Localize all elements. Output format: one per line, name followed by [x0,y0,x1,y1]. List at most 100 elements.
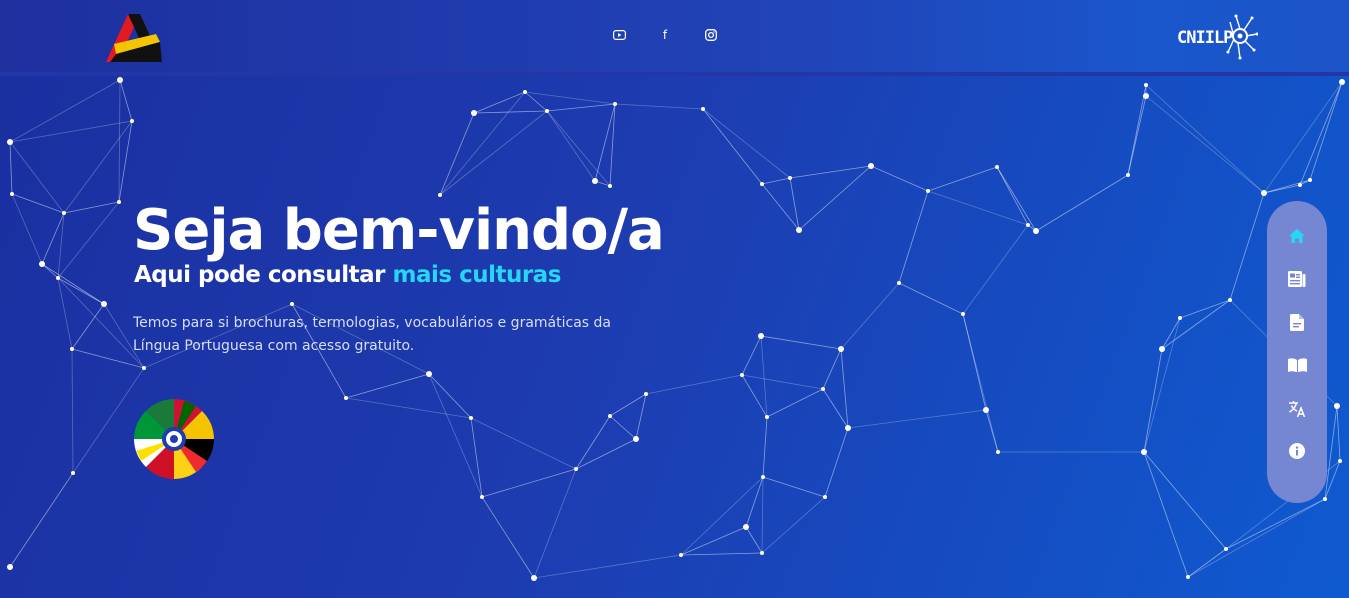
network-node [101,301,107,307]
network-node [7,139,13,145]
network-edge [63,120,133,214]
book-icon [1287,358,1307,372]
network-edge [533,468,577,579]
cniilp-logo[interactable]: CNIILP [1174,14,1258,60]
network-edge [11,193,65,214]
network-edge [1187,498,1326,578]
network-node [788,176,792,180]
youtube-icon[interactable] [610,26,628,44]
hero-subtitle-highlight: mais culturas [392,262,562,288]
facebook-icon[interactable]: f [656,26,674,44]
network-edge [1143,451,1227,550]
network-edge [609,393,647,417]
network-node [10,192,14,196]
network-node [996,450,1000,454]
nav-news[interactable] [1286,268,1308,290]
nav-info[interactable] [1286,440,1308,462]
network-edge [1179,299,1231,319]
network-edge [822,348,842,390]
network-edge [57,212,65,279]
network-edge [761,476,764,554]
network-edge [71,348,74,474]
network-edge [575,415,611,470]
network-node [1334,403,1340,409]
lusophone-flags-globe-icon [134,399,214,479]
network-node [644,392,648,396]
network-node [1339,79,1345,85]
network-edge [789,177,800,231]
network-edge [439,91,526,196]
network-edge [680,476,764,556]
network-node [613,102,617,106]
network-edge [119,79,133,122]
network-edge [1309,81,1343,181]
network-edge [1145,84,1265,194]
network-node [1126,173,1130,177]
network-edge [898,190,929,284]
network-edge [481,496,535,579]
hero-subtitle-prefix: Aqui pode consultar [134,262,393,288]
network-edge [741,374,768,418]
network-edge [635,393,647,440]
network-edge [761,177,791,185]
network-node [56,276,60,280]
network-node [290,302,294,306]
network-edge [41,212,65,265]
network-edge [9,472,74,568]
network-edge [41,263,105,305]
network-edge [824,427,849,498]
network-node [574,467,578,471]
nav-documents[interactable] [1286,311,1308,333]
network-edge [762,476,826,498]
network-node [1141,449,1147,455]
network-node [1224,547,1228,551]
network-edge [962,313,999,453]
hero-title: Seja bem-vindo/a [133,198,665,263]
network-node [961,312,965,316]
angola-a-logo-icon[interactable] [106,14,162,64]
network-edge [609,103,616,187]
network-edge [798,165,872,231]
network-edge [470,417,577,470]
network-edge [1143,451,1189,578]
network-edge [57,277,73,350]
network-edge [614,103,704,110]
network-edge [870,165,929,192]
network-node [480,495,484,499]
network-node [823,495,827,499]
network-edge [1143,317,1181,453]
network-edge [63,201,120,214]
nav-library[interactable] [1286,354,1308,376]
network-node [1338,459,1342,463]
network-edge [680,552,763,556]
network-edge [546,110,596,182]
network-node [39,261,45,267]
network-edge [761,496,826,554]
instagram-icon[interactable] [702,26,720,44]
nav-home[interactable] [1286,225,1308,247]
network-node [7,564,13,570]
network-background [7,77,1345,581]
network-edge [11,193,43,265]
network-node [760,551,764,555]
network-edge [1161,299,1231,350]
network-node [1143,93,1149,99]
network-edge [609,415,637,440]
network-node [130,119,134,123]
network-edge [1263,179,1311,194]
network-edge [345,373,430,399]
network-edge [546,103,616,112]
network-node [701,107,705,111]
network-edge [760,335,768,418]
hero-subtitle: Aqui pode consultar mais culturas [134,262,561,288]
nav-translate[interactable] [1286,397,1308,419]
header: f CNIILP [0,0,1349,76]
network-edge [428,373,472,419]
document-icon [1290,313,1304,331]
network-node [679,553,683,557]
network-node [62,211,66,215]
network-edge [57,277,145,369]
network-node [117,200,121,204]
network-edge [57,277,105,305]
info-icon [1289,443,1305,459]
